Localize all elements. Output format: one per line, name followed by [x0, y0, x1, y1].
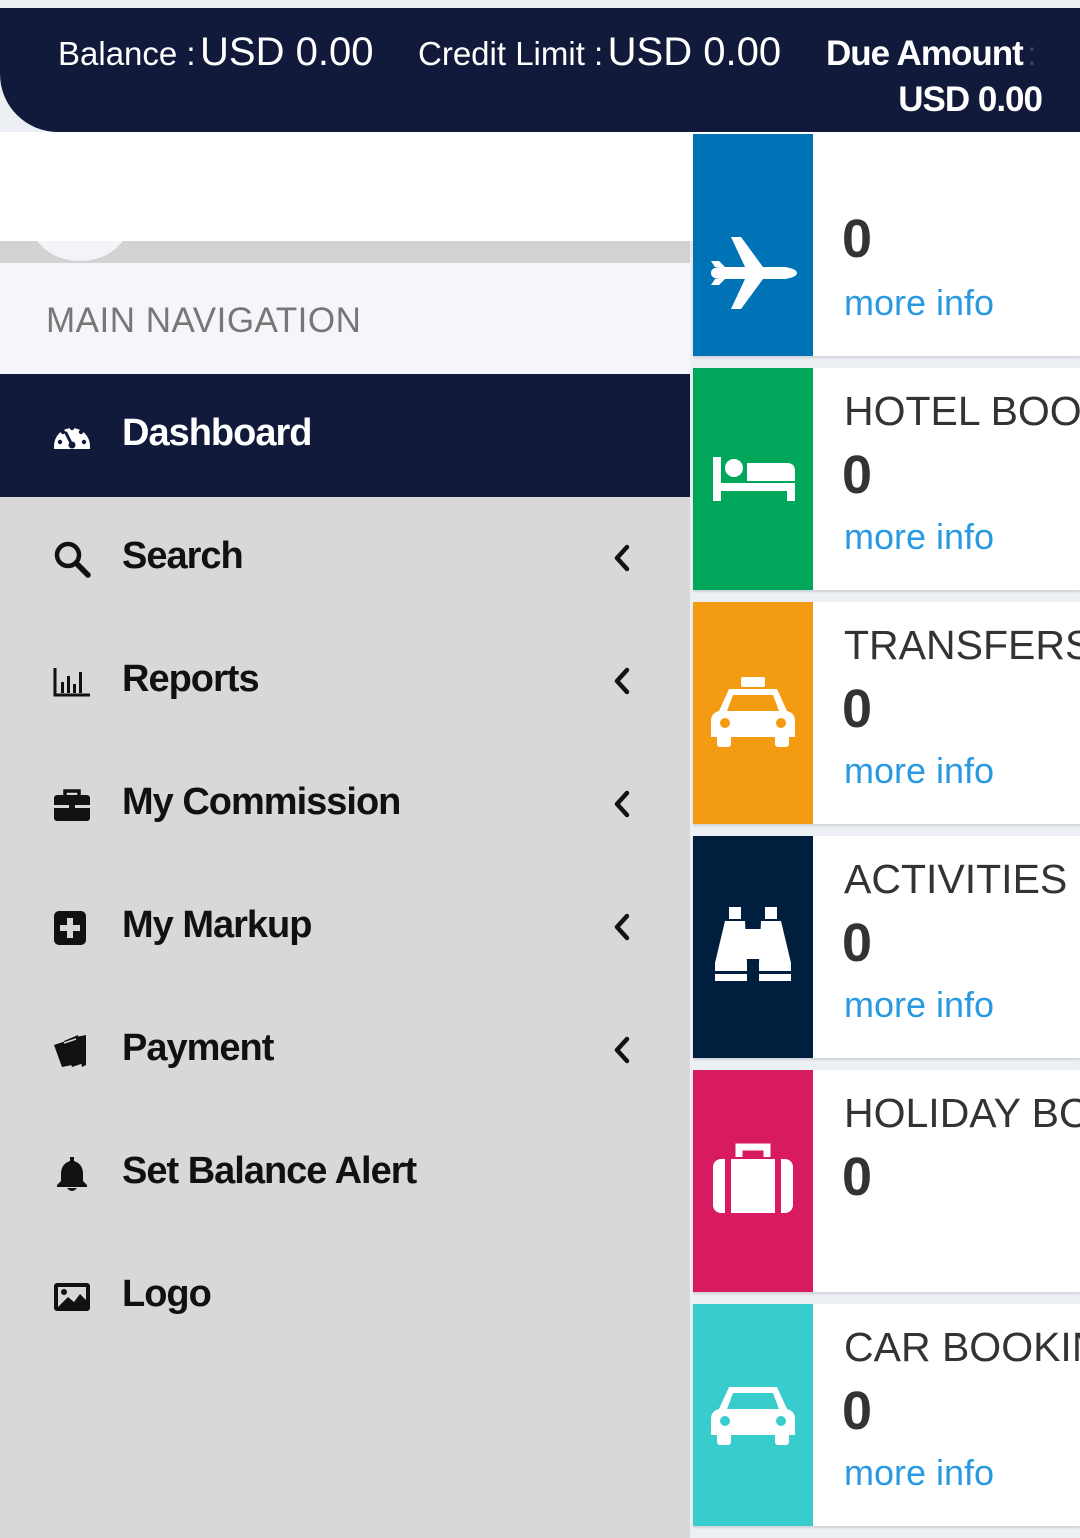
info-box-title: ACTIVITIES	[844, 856, 1068, 902]
info-box-icon-area	[693, 1304, 813, 1526]
sidebar-item-logo[interactable]: Logo	[0, 1235, 690, 1358]
sidebar-item-payment[interactable]: Payment	[0, 989, 690, 1112]
info-box-transfers: TRANSFERS 0 more info	[693, 602, 1080, 824]
info-box-title: HOLIDAY BO	[844, 1090, 1080, 1136]
info-box-icon-area	[693, 836, 813, 1058]
car-icon	[711, 1387, 795, 1445]
sidebar-item-my-markup[interactable]: My Markup	[0, 866, 690, 989]
bed-icon	[713, 457, 795, 501]
taxi-icon	[711, 677, 795, 747]
info-box-count: 0	[842, 1381, 873, 1441]
chevron-left-icon	[614, 667, 630, 695]
sidebar-item-label: Logo	[122, 1273, 212, 1315]
info-box-count: 0	[842, 445, 873, 505]
balance-bar: Balance : USD 0.00 Credit Limit : USD 0.…	[0, 8, 1080, 132]
info-box-holiday-bookings: HOLIDAY BO 0	[693, 1070, 1080, 1292]
info-box-icon-area	[693, 368, 813, 590]
sidebar-item-label: Search	[122, 535, 244, 577]
info-box-icon-area	[693, 1070, 813, 1292]
info-box-flights: 0 more info	[693, 134, 1080, 356]
info-box-title: HOTEL BOO	[844, 388, 1080, 434]
sidebar-item-my-commission[interactable]: My Commission	[0, 743, 690, 866]
sidebar-item-label: My Markup	[122, 904, 312, 946]
more-info-link[interactable]: more info	[844, 984, 994, 1026]
sidebar-item-label: Payment	[122, 1027, 274, 1069]
info-box-title: CAR BOOKIN	[844, 1324, 1080, 1370]
sidebar-avatar	[30, 241, 130, 261]
sidebar-item-label: Set Balance Alert	[122, 1150, 417, 1192]
info-box-icon-area	[693, 602, 813, 824]
info-box-icon-area	[693, 134, 813, 356]
more-info-link[interactable]: more info	[844, 516, 994, 558]
info-box-count: 0	[842, 913, 873, 973]
sidebar: MAIN NAVIGATION Dashboard Search Reports…	[0, 241, 690, 1538]
sidebar-item-set-balance-alert[interactable]: Set Balance Alert	[0, 1112, 690, 1235]
chevron-left-icon	[614, 913, 630, 941]
info-box-hotel-bookings: HOTEL BOO 0 more info	[693, 368, 1080, 590]
tachometer-icon	[54, 425, 90, 449]
more-info-link[interactable]: more info	[844, 1452, 994, 1494]
sidebar-item-label: My Commission	[122, 781, 401, 823]
main-navigation-header: MAIN NAVIGATION	[0, 263, 690, 374]
sidebar-item-search[interactable]: Search	[0, 497, 690, 620]
sidebar-item-dashboard[interactable]: Dashboard	[0, 374, 690, 497]
info-box-count: 0	[842, 679, 873, 739]
sidebar-item-label: Dashboard	[122, 412, 312, 454]
balance-label: Balance :	[58, 35, 196, 72]
wallet-icon	[54, 1035, 86, 1067]
due-amount-summary: Due Amount :	[826, 34, 1036, 74]
due-amount-label: Due Amount	[826, 34, 1024, 73]
bell-icon	[57, 1157, 87, 1191]
due-amount-value: USD 0.00	[898, 80, 1043, 119]
bar-chart-icon	[53, 668, 90, 697]
plus-square-icon	[54, 911, 86, 945]
image-icon	[54, 1283, 90, 1311]
info-box-count: 0	[842, 1147, 873, 1207]
binoculars-icon	[715, 907, 791, 981]
suitcase-icon	[713, 1143, 793, 1213]
credit-limit-value: USD 0.00	[607, 30, 782, 74]
main-navigation-label: MAIN NAVIGATION	[46, 301, 362, 340]
sidebar-item-label: Reports	[122, 658, 260, 700]
credit-limit-summary: Credit Limit : USD 0.00	[418, 30, 781, 75]
briefcase-icon	[54, 789, 90, 821]
chevron-left-icon	[614, 544, 630, 572]
plane-icon	[711, 237, 797, 309]
sidebar-item-reports[interactable]: Reports	[0, 620, 690, 743]
credit-limit-label: Credit Limit :	[418, 35, 604, 72]
info-box-activities: ACTIVITIES 0 more info	[693, 836, 1080, 1058]
info-box-car-bookings: CAR BOOKIN 0 more info	[693, 1304, 1080, 1526]
search-icon	[54, 541, 91, 578]
info-box-title: TRANSFERS	[844, 622, 1080, 668]
due-amount-colon: :	[1027, 35, 1037, 72]
info-box-count: 0	[842, 209, 873, 269]
chevron-left-icon	[614, 1036, 630, 1064]
balance-summary: Balance : USD 0.00	[58, 30, 373, 75]
more-info-link[interactable]: more info	[844, 750, 994, 792]
chevron-left-icon	[614, 790, 630, 818]
more-info-link[interactable]: more info	[844, 282, 994, 324]
sidebar-user-panel	[0, 241, 690, 263]
balance-value: USD 0.00	[200, 30, 374, 74]
